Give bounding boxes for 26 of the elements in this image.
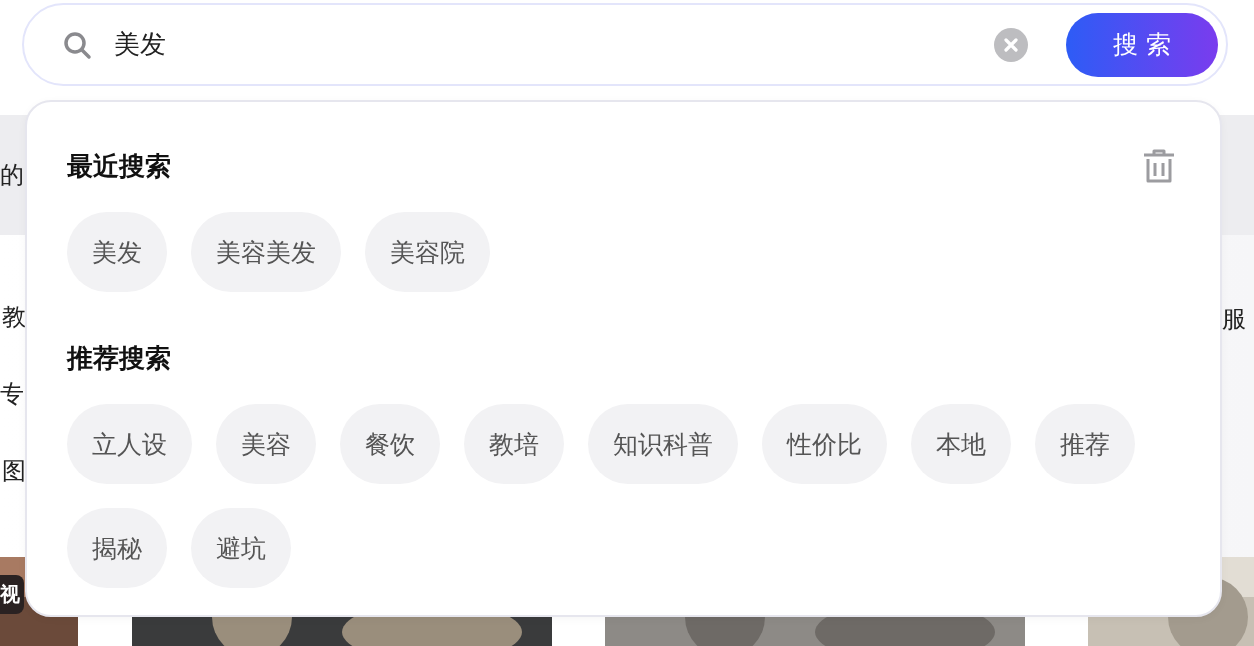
search-tag[interactable]: 教培	[464, 404, 564, 484]
text-fragment: 的	[0, 160, 24, 191]
search-tag[interactable]: 立人设	[67, 404, 192, 484]
search-field[interactable]: 美发 搜 索	[22, 3, 1228, 86]
section-title: 最近搜索	[67, 149, 171, 183]
search-tag[interactable]: 餐饮	[340, 404, 440, 484]
search-icon	[62, 29, 92, 60]
search-tag[interactable]: 美发	[67, 212, 167, 292]
search-tag[interactable]: 避坑	[191, 508, 291, 588]
text-fragment: 服	[1222, 307, 1246, 331]
text-fragment: 图	[2, 459, 26, 483]
trash-icon[interactable]	[1141, 148, 1177, 184]
text-fragment: 专	[0, 382, 25, 406]
search-tag[interactable]: 美容美发	[191, 212, 341, 292]
search-tag[interactable]: 美容	[216, 404, 316, 484]
search-tag[interactable]: 性价比	[762, 404, 887, 484]
search-tag[interactable]: 推荐	[1035, 404, 1135, 484]
clear-icon[interactable]	[994, 27, 1028, 62]
search-tag[interactable]: 揭秘	[67, 508, 167, 588]
search-tag[interactable]: 美容院	[365, 212, 490, 292]
video-badge: 视	[0, 575, 24, 614]
text-fragment: 教	[2, 305, 26, 329]
search-tag[interactable]: 知识科普	[588, 404, 738, 484]
search-button[interactable]: 搜 索	[1066, 12, 1218, 77]
section-title: 推荐搜索	[67, 341, 171, 375]
search-tag[interactable]: 本地	[911, 404, 1011, 484]
